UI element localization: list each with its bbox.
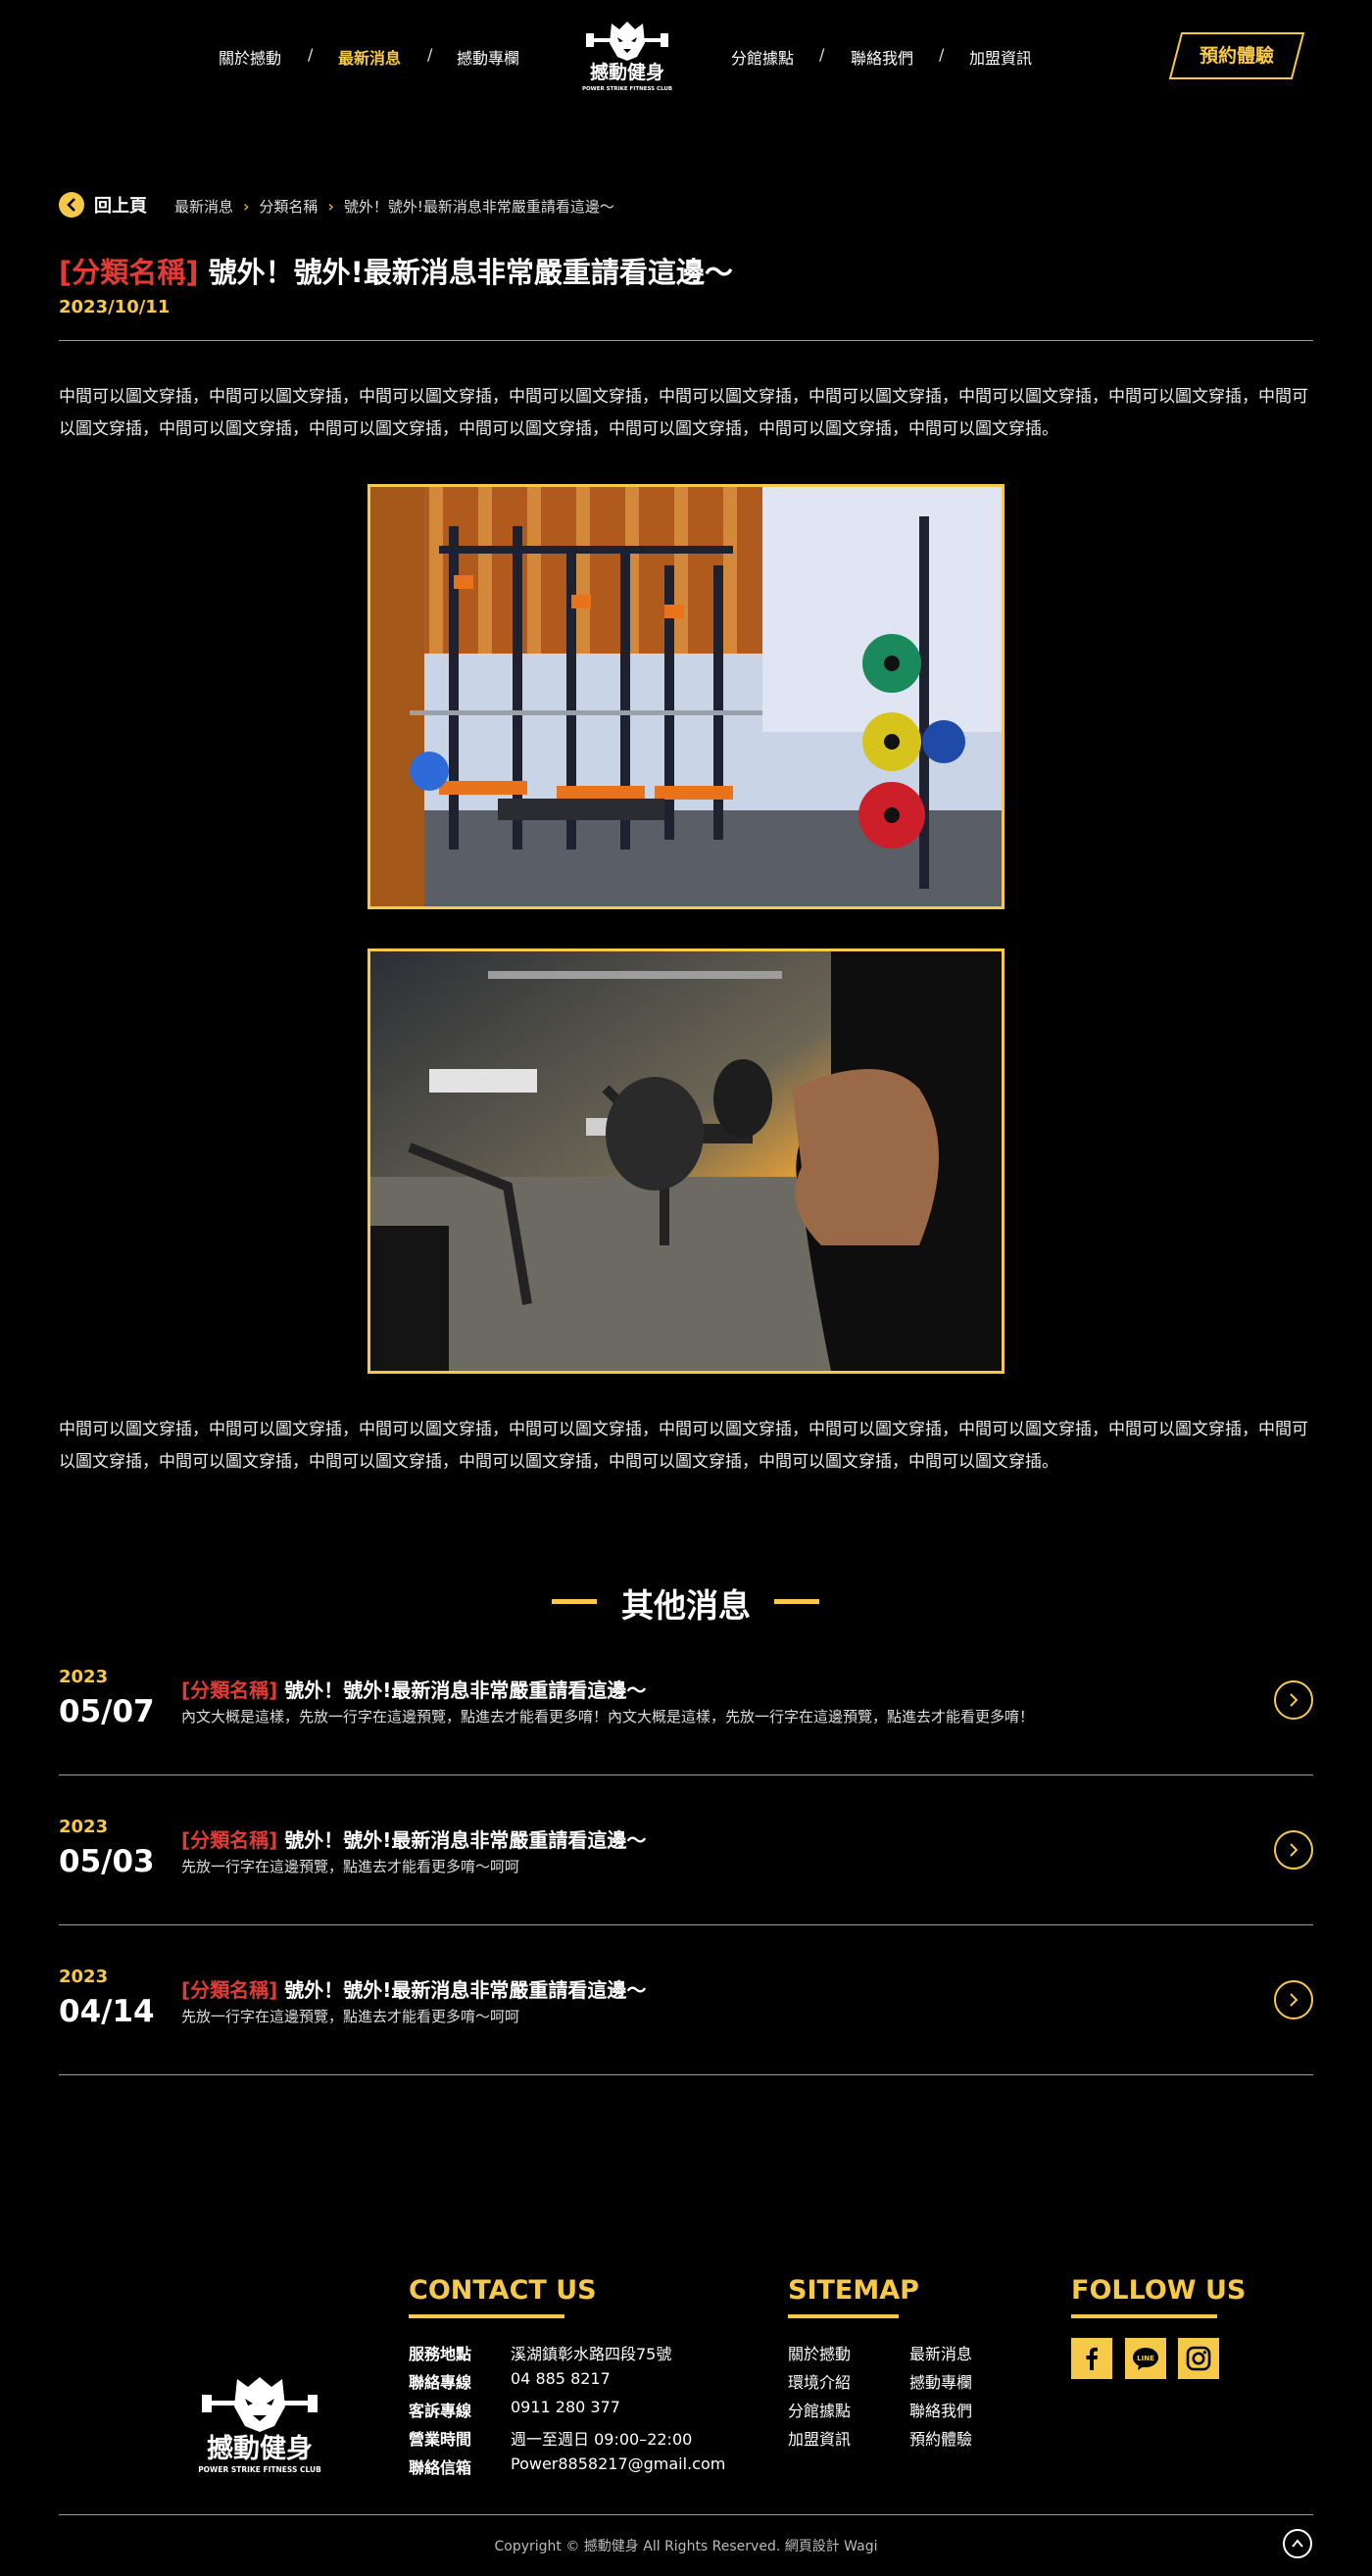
news-category: [分類名稱] [181, 1828, 278, 1852]
nav-column[interactable]: 撼動專欄 [457, 45, 519, 69]
news-excerpt: 內文大概是這樣，先放一行字在這邊預覽，點進去才能看更多唷！內文大概是這樣，先放一… [181, 1708, 1035, 1725]
back-to-top-button[interactable] [1283, 2529, 1312, 2558]
sitemap-locations[interactable]: 分館據點 [788, 2398, 851, 2421]
sitemap-news[interactable]: 最新消息 [909, 2341, 972, 2364]
article-paragraph: 中間可以圖文穿插，中間可以圖文穿插，中間可以圖文穿插，中間可以圖文穿插，中間可以… [59, 387, 1308, 439]
news-excerpt: 先放一行字在這邊預覽，點進去才能看更多唷～呵呵 [181, 2008, 520, 2025]
book-trial-label: 預約體驗 [1199, 45, 1274, 67]
news-date: 05/07 [59, 1694, 155, 1729]
page-title: [分類名稱] 號外！號外!最新消息非常嚴重請看這邊～ [59, 250, 733, 291]
sitemap-franchise[interactable]: 加盟資訊 [788, 2426, 851, 2450]
sitemap-about[interactable]: 關於撼動 [788, 2341, 851, 2364]
divider [59, 1924, 1313, 1925]
nav-about[interactable]: 關於撼動 [219, 45, 281, 69]
back-label: 回上頁 [94, 196, 147, 217]
contact-hours: 週一至週日 09:00–22:00 [511, 2430, 693, 2449]
other-news-heading: 其他消息 [621, 1586, 751, 1625]
chevron-right-icon[interactable] [1274, 1980, 1313, 2019]
nav-contact[interactable]: 聯絡我們 [851, 45, 913, 69]
sitemap-column[interactable]: 撼動專欄 [909, 2369, 972, 2393]
instagram-icon[interactable] [1178, 2338, 1219, 2379]
news-category: [分類名稱] [181, 1678, 278, 1702]
article-category: [分類名稱] [59, 256, 199, 289]
book-trial-button[interactable]: 預約體驗 [1168, 31, 1305, 80]
chevron-right-icon: › [327, 197, 334, 216]
breadcrumb: 最新消息 › 分類名稱 › 號外！號外!最新消息非常嚴重請看這邊～ [174, 196, 614, 217]
site-header: 關於撼動 / 最新消息 / 撼動專欄 撼動健身 POWER STRIKE FIT… [0, 0, 1372, 108]
contact-phone[interactable]: 04 885 8217 [511, 2369, 611, 2388]
contact-label: 服務地點 [409, 2345, 472, 2363]
gym-racks-photo [368, 484, 1004, 909]
news-year: 2023 [59, 1667, 109, 1687]
footer-logo-text: 撼動健身 [207, 2433, 313, 2464]
chevron-right-icon[interactable] [1274, 1830, 1313, 1870]
breadcrumb-current: 號外！號外!最新消息非常嚴重請看這邊～ [343, 198, 614, 216]
footer-logo[interactable]: 撼動健身 POWER STRIKE FITNESS CLUB [186, 2369, 333, 2479]
heading-bar [774, 1599, 819, 1604]
contact-label: 聯絡專線 [409, 2373, 472, 2392]
chevron-up-icon [1292, 2539, 1303, 2548]
news-excerpt: 先放一行字在這邊預覽，點進去才能看更多唷～呵呵 [181, 1858, 520, 1875]
nav-separator: / [939, 45, 945, 64]
facebook-icon[interactable] [1071, 2338, 1112, 2379]
contact-heading: CONTACT US [409, 2275, 597, 2306]
news-date: 04/14 [59, 1994, 155, 2029]
nav-locations[interactable]: 分館據點 [731, 45, 794, 69]
article-title: 號外！號外!最新消息非常嚴重請看這邊～ [198, 256, 733, 289]
news-year: 2023 [59, 1817, 109, 1837]
news-title[interactable]: [分類名稱] 號外！號外!最新消息非常嚴重請看這邊～ [181, 1824, 646, 1853]
logo-subtext: POWER STRIKE FITNESS CLUB [582, 86, 672, 92]
contact-label: 客訴專線 [409, 2402, 472, 2420]
nav-separator: / [427, 45, 433, 64]
follow-heading: FOLLOW US [1071, 2275, 1247, 2306]
news-category: [分類名稱] [181, 1978, 278, 2002]
divider [59, 340, 1313, 341]
footer-divider [59, 2514, 1313, 2515]
logo-text: 撼動健身 [590, 61, 664, 83]
heading-underline [788, 2314, 899, 2318]
sitemap-contact[interactable]: 聯絡我們 [909, 2398, 972, 2421]
news-year: 2023 [59, 1967, 109, 1987]
contact-email[interactable]: Power8858217@gmail.com [511, 2454, 725, 2473]
sitemap-book-trial[interactable]: 預約體驗 [909, 2426, 972, 2450]
contact-address: 溪湖鎮彰水路四段75號 [511, 2345, 672, 2363]
nav-franchise[interactable]: 加盟資訊 [969, 45, 1032, 69]
divider [59, 1774, 1313, 1775]
chevron-right-icon[interactable] [1274, 1680, 1313, 1720]
footer-logo-subtext: POWER STRIKE FITNESS CLUB [198, 2465, 321, 2474]
news-title[interactable]: [分類名稱] 號外！號外!最新消息非常嚴重請看這邊～ [181, 1675, 646, 1703]
contact-complaint-phone[interactable]: 0911 280 377 [511, 2398, 620, 2416]
nav-separator: / [819, 45, 825, 64]
heading-underline [409, 2314, 564, 2318]
copyright: Copyright © 撼動健身 All Rights Reserved. 網頁… [494, 2539, 878, 2554]
back-button[interactable]: 回上頁 [59, 192, 147, 218]
sitemap-environment[interactable]: 環境介紹 [788, 2369, 851, 2393]
nav-news[interactable]: 最新消息 [338, 45, 401, 69]
chevron-left-icon [59, 192, 84, 218]
chevron-right-icon: › [243, 197, 250, 216]
breadcrumb-news[interactable]: 最新消息 [174, 196, 233, 217]
news-date: 05/03 [59, 1844, 155, 1879]
breadcrumb-category[interactable]: 分類名稱 [259, 196, 318, 217]
line-icon-text: LINE [1137, 2355, 1154, 2362]
line-icon[interactable]: LINE [1125, 2338, 1166, 2379]
heading-underline [1071, 2314, 1217, 2318]
news-title[interactable]: [分類名稱] 號外！號外!最新消息非常嚴重請看這邊～ [181, 1974, 646, 2003]
nav-separator: / [308, 45, 314, 64]
sitemap-heading: SITEMAP [788, 2275, 919, 2306]
contact-label: 聯絡信箱 [409, 2458, 472, 2477]
divider [59, 2074, 1313, 2075]
dumbbell-curl-photo [368, 948, 1004, 1374]
contact-label: 營業時間 [409, 2430, 472, 2449]
article-date: 2023/10/11 [59, 297, 171, 317]
article-paragraph: 中間可以圖文穿插，中間可以圖文穿插，中間可以圖文穿插，中間可以圖文穿插，中間可以… [59, 1420, 1308, 1472]
site-logo[interactable]: 撼動健身 POWER STRIKE FITNESS CLUB [576, 16, 678, 96]
